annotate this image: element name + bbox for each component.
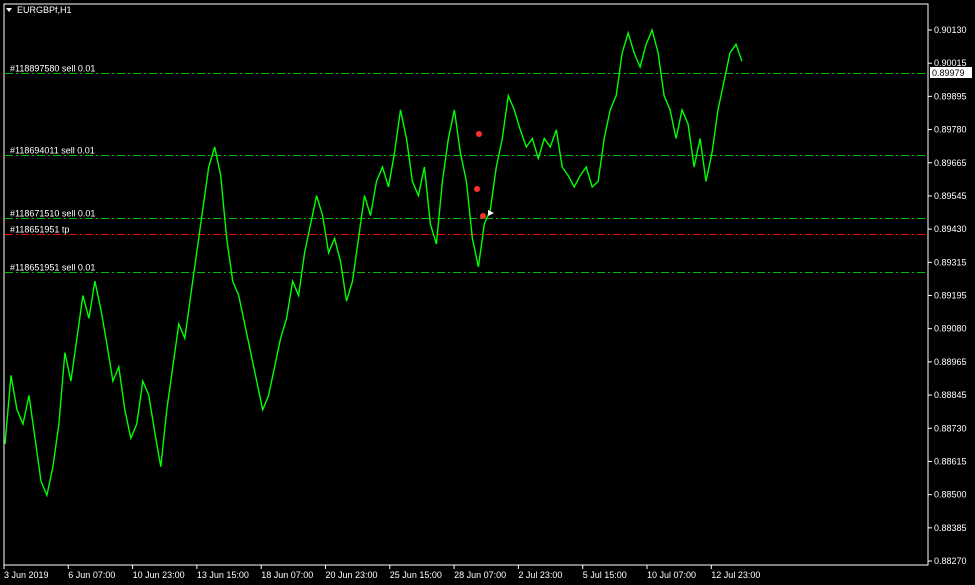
x-tick-label: 3 Jun 2019: [4, 570, 49, 580]
x-tick-label: 6 Jun 07:00: [68, 570, 115, 580]
y-tick-label: 0.89780: [934, 125, 967, 135]
x-tick-label: 28 Jun 07:00: [454, 570, 506, 580]
y-tick-label: 0.89895: [934, 91, 967, 101]
x-tick-label: 12 Jul 23:00: [711, 570, 760, 580]
y-tick-label: 0.89430: [934, 224, 967, 234]
y-tick-label: 0.89665: [934, 158, 967, 168]
y-tick-label: 0.88385: [934, 523, 967, 533]
chart-symbol-title: EURGBPf,H1: [17, 5, 72, 15]
y-tick-label: 0.89080: [934, 324, 967, 334]
y-tick-label: 0.90130: [934, 25, 967, 35]
order-label: #118897580 sell 0.01: [10, 64, 95, 74]
y-tick-label: 0.88730: [934, 423, 967, 433]
x-tick-label: 5 Jul 15:00: [583, 570, 627, 580]
trade-marker-sell[interactable]: [480, 213, 486, 219]
trade-marker-sell[interactable]: [474, 186, 480, 192]
trade-marker-sell[interactable]: [476, 131, 482, 137]
y-tick-label: 0.89195: [934, 291, 967, 301]
x-tick-label: 13 Jun 15:00: [197, 570, 249, 580]
y-tick-label: 0.88500: [934, 490, 967, 500]
y-tick-label: 0.89315: [934, 257, 967, 267]
y-tick-label: 0.88270: [934, 556, 967, 566]
time-axis: 3 Jun 2019 6 Jun 07:00 10 Jun 23:00 13 Jun …: [3, 565, 760, 580]
order-label: #118651951 sell 0.01: [10, 263, 95, 273]
y-tick-label: 0.90015: [934, 58, 967, 68]
x-tick-label: 20 Jun 23:00: [326, 570, 378, 580]
y-tick-label: 0.88615: [934, 456, 967, 466]
order-label: #118671510 sell 0.01: [10, 209, 95, 219]
y-tick-label: 0.88965: [934, 357, 967, 367]
plot-area-frame: [3, 3, 929, 566]
x-tick-label: 25 Jun 15:00: [390, 570, 442, 580]
current-price-label: 0.89979: [932, 68, 965, 78]
x-tick-label: 18 Jun 07:00: [261, 570, 313, 580]
y-tick-label: 0.89545: [934, 191, 967, 201]
x-tick-label: 10 Jul 07:00: [647, 570, 696, 580]
x-tick-label: 10 Jun 23:00: [133, 570, 185, 580]
order-label: #118694011 sell 0.01: [10, 146, 95, 156]
x-tick-label: 2 Jul 23:00: [518, 570, 562, 580]
price-chart[interactable]: #118897580 sell 0.01 #118694011 sell 0.01…: [0, 0, 975, 585]
y-tick-label: 0.88845: [934, 390, 967, 400]
take-profit-label: #118651951 tp: [10, 225, 69, 235]
price-axis: 0.90130 0.90015 0.89895 0.89780 0.89665 0.895…: [928, 25, 967, 566]
